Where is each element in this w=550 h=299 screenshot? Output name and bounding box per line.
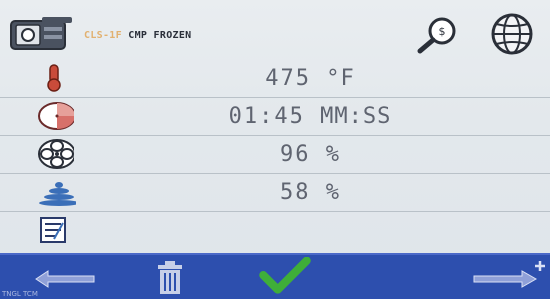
timer-icon: [38, 102, 74, 130]
header-bar: CLS-1F CMP FROZEN $: [0, 10, 550, 60]
recipe-code: CLS-1F: [84, 30, 122, 41]
fan-icon: [38, 139, 74, 169]
humidity-unit: %: [325, 180, 340, 205]
parameter-list: 475 °F 01:45 MM:SS 96 % 58 %: [0, 60, 550, 249]
humidity-icon: [39, 182, 76, 206]
notes-row[interactable]: [0, 212, 550, 249]
time-row[interactable]: 01:45 MM:SS: [0, 98, 550, 136]
temperature-row[interactable]: 475 °F: [0, 60, 550, 98]
time-number: 01:45: [228, 104, 305, 129]
humidity-row[interactable]: 58 %: [0, 174, 550, 212]
search-icon[interactable]: $: [412, 14, 462, 54]
delete-icon[interactable]: [150, 259, 190, 297]
fan-speed-unit: %: [325, 142, 340, 167]
globe-icon[interactable]: [488, 12, 536, 56]
bottom-toolbar: [0, 253, 550, 299]
thermometer-icon: [47, 64, 61, 92]
temperature-value[interactable]: 475 °F: [190, 66, 430, 91]
recipe-name: CMP FROZEN: [128, 30, 192, 41]
humidity-value[interactable]: 58 %: [190, 180, 430, 205]
temperature-unit: °F: [326, 66, 355, 91]
fan-row[interactable]: 96 %: [0, 136, 550, 174]
recipe-book-icon[interactable]: [8, 15, 80, 53]
next-add-icon[interactable]: [466, 259, 550, 297]
footer-label: TNGL TCM: [2, 290, 38, 298]
temperature-number: 475: [265, 66, 311, 91]
svg-text:$: $: [439, 25, 446, 38]
oven-touchscreen: CLS-1F CMP FROZEN $ 475 °F 01:45 MM:SS 9…: [0, 0, 550, 299]
fan-speed-number: 96: [280, 142, 311, 167]
time-unit: MM:SS: [320, 104, 392, 129]
humidity-number: 58: [280, 180, 311, 205]
recipe-title: CLS-1F CMP FROZEN: [84, 30, 191, 41]
confirm-check-icon[interactable]: [255, 257, 315, 295]
notes-icon: [40, 217, 66, 243]
fan-speed-value[interactable]: 96 %: [190, 142, 430, 167]
time-value[interactable]: 01:45 MM:SS: [190, 104, 430, 129]
